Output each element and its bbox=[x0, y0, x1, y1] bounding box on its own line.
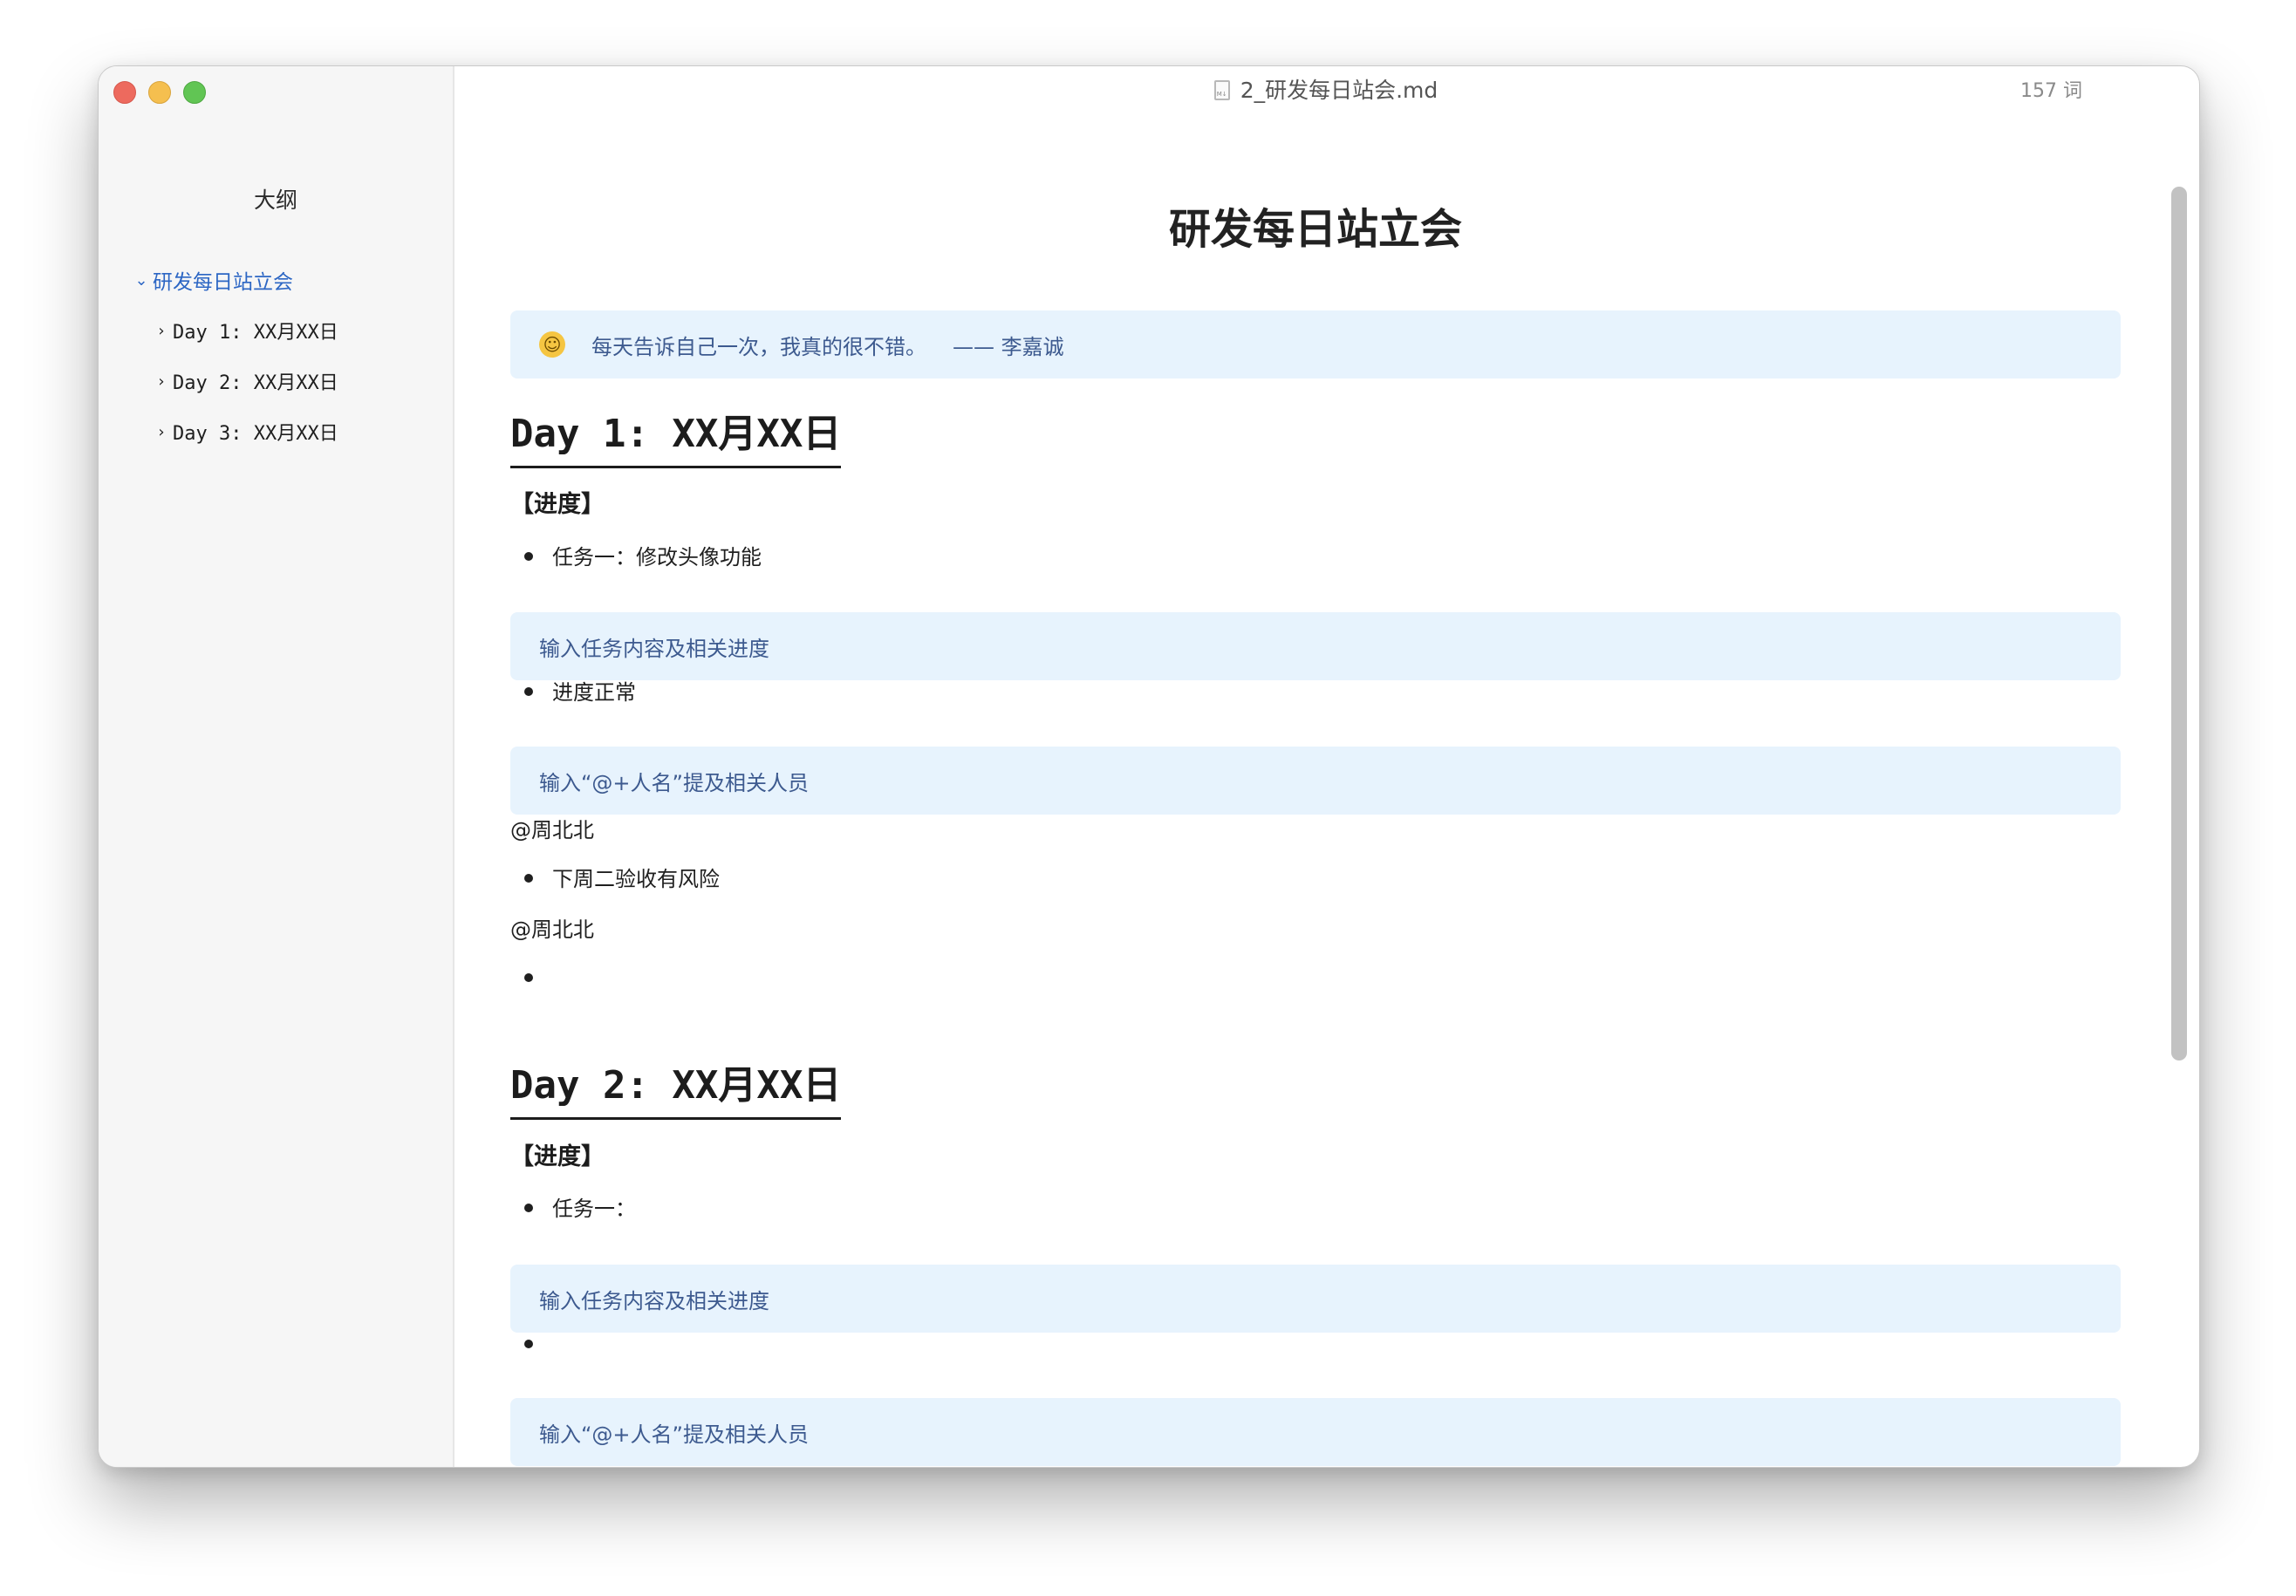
callout-text: 输入任务内容及相关进度 bbox=[539, 636, 769, 661]
outline-item-day-3[interactable]: › Day 3: XX月XX日 bbox=[99, 406, 453, 457]
mention-hint-callout[interactable]: 输入“@+人名”提及相关人员 bbox=[510, 1398, 2121, 1466]
day-1-progress-label[interactable]: 【进度】 bbox=[510, 488, 605, 522]
title-bar: 2_研发每日站会.md 157 词 bbox=[453, 66, 2199, 113]
task-hint-callout[interactable]: 输入任务内容及相关进度 bbox=[510, 1265, 2121, 1333]
bullet-icon bbox=[524, 552, 533, 561]
outline-item-label: Day 2: XX月XX日 bbox=[173, 372, 338, 394]
outline-item-label: Day 1: XX月XX日 bbox=[173, 322, 338, 344]
list-item[interactable] bbox=[524, 1463, 552, 1467]
zoom-window-button[interactable] bbox=[183, 81, 206, 104]
list-item[interactable] bbox=[524, 1329, 552, 1361]
day-1-heading[interactable]: Day 1: XX月XX日 bbox=[510, 408, 842, 468]
bullet-icon bbox=[524, 874, 533, 883]
quote-text: 每天告诉自己一次，我真的很不错。 bbox=[591, 334, 926, 359]
outline-item-label: 研发每日站立会 bbox=[153, 271, 293, 294]
chevron-right-icon[interactable]: › bbox=[154, 322, 169, 340]
day-2-heading[interactable]: Day 2: XX月XX日 bbox=[510, 1060, 842, 1120]
outline-sidebar: 大纲 ⌄ 研发每日站立会 › Day 1: XX月XX日 › Day 2: XX… bbox=[99, 66, 454, 1467]
file-name: 2_研发每日站会.md bbox=[1240, 78, 1438, 103]
outline-item-doc-title[interactable]: ⌄ 研发每日站立会 bbox=[99, 255, 453, 305]
list-item[interactable] bbox=[524, 963, 552, 994]
app-window: 大纲 ⌄ 研发每日站立会 › Day 1: XX月XX日 › Day 2: XX… bbox=[98, 65, 2200, 1468]
bullet-text: 进度正常 bbox=[552, 680, 636, 705]
mention-hint-callout[interactable]: 输入“@+人名”提及相关人员 bbox=[510, 747, 2121, 815]
outline-list: ⌄ 研发每日站立会 › Day 1: XX月XX日 › Day 2: XX月XX… bbox=[99, 255, 453, 457]
callout-text: 输入任务内容及相关进度 bbox=[539, 1288, 769, 1313]
editor-area[interactable]: 研发每日站立会 ☺ 每天告诉自己一次，我真的很不错。 —— 李嘉诚 Day 1:… bbox=[453, 113, 2199, 1467]
outline-item-label: Day 3: XX月XX日 bbox=[173, 423, 338, 445]
bullet-icon bbox=[524, 1340, 533, 1348]
bullet-icon bbox=[524, 687, 533, 696]
day-2-progress-label[interactable]: 【进度】 bbox=[510, 1141, 605, 1174]
chevron-down-icon[interactable]: ⌄ bbox=[133, 271, 149, 290]
callout-text: 输入“@+人名”提及相关人员 bbox=[539, 770, 809, 795]
minimize-window-button[interactable] bbox=[148, 81, 171, 104]
document-heading[interactable]: 研发每日站立会 bbox=[510, 204, 2121, 255]
list-item[interactable]: 下周二验收有风险 bbox=[524, 863, 720, 895]
window-controls bbox=[113, 81, 206, 104]
markdown-file-icon bbox=[1213, 80, 1230, 100]
outline-title: 大纲 bbox=[253, 188, 297, 213]
mention-text[interactable]: @周北北 bbox=[510, 815, 594, 846]
mention-text[interactable]: @周北北 bbox=[510, 914, 594, 945]
close-window-button[interactable] bbox=[113, 81, 136, 104]
bullet-icon bbox=[524, 1204, 533, 1212]
smile-emoji-icon: ☺ bbox=[539, 331, 565, 358]
document-title-bar: 2_研发每日站会.md bbox=[453, 77, 2199, 105]
chevron-right-icon[interactable]: › bbox=[154, 423, 169, 441]
list-item[interactable]: 任务一：修改头像功能 bbox=[524, 542, 762, 573]
word-count[interactable]: 157 词 bbox=[2020, 78, 2082, 105]
bullet-text: 下周二验收有风险 bbox=[552, 867, 720, 891]
callout-text: 输入“@+人名”提及相关人员 bbox=[539, 1422, 809, 1447]
bullet-text: 任务一：修改头像功能 bbox=[552, 545, 762, 570]
vertical-scrollbar[interactable] bbox=[2171, 187, 2187, 1061]
list-item[interactable]: 进度正常 bbox=[524, 677, 636, 708]
outline-item-day-2[interactable]: › Day 2: XX月XX日 bbox=[99, 356, 453, 406]
outline-item-day-1[interactable]: › Day 1: XX月XX日 bbox=[99, 305, 453, 356]
bullet-icon bbox=[524, 973, 533, 982]
quote-callout[interactable]: ☺ 每天告诉自己一次，我真的很不错。 —— 李嘉诚 bbox=[510, 310, 2121, 379]
quote-author: —— 李嘉诚 bbox=[953, 334, 1064, 359]
task-hint-callout[interactable]: 输入任务内容及相关进度 bbox=[510, 612, 2121, 680]
chevron-right-icon[interactable]: › bbox=[154, 372, 169, 391]
bullet-text: 任务一： bbox=[552, 1197, 636, 1221]
list-item[interactable]: 任务一： bbox=[524, 1193, 636, 1224]
